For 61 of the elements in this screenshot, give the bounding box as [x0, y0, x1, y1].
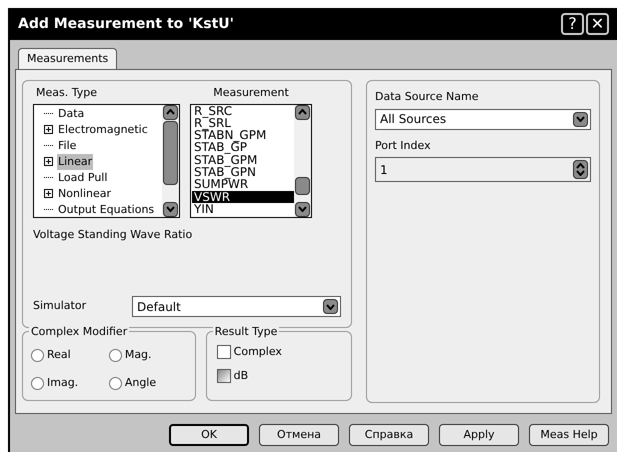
scroll-down-icon[interactable]	[163, 202, 178, 216]
radio-button[interactable]	[31, 348, 44, 362]
group-title: Complex Modifier	[29, 324, 130, 340]
checkbox-label: dB	[234, 368, 248, 384]
dialog-button[interactable]: Отмена	[259, 424, 339, 446]
list-item[interactable]: STABN_GPM	[192, 129, 294, 142]
expand-icon[interactable]	[44, 189, 53, 198]
radio-label: Real	[47, 346, 71, 363]
radio-button[interactable]	[108, 348, 122, 362]
expand-icon[interactable]	[44, 125, 53, 134]
dialog-button[interactable]: OK	[169, 424, 249, 446]
checkbox[interactable]	[216, 345, 231, 359]
scroll-thumb[interactable]	[295, 176, 310, 194]
list-item[interactable]: YIN	[192, 202, 294, 216]
dropdown-caret-icon[interactable]	[573, 112, 588, 126]
radio-button[interactable]	[108, 376, 122, 390]
list-item[interactable]: STAB_GP	[192, 141, 294, 154]
dialog-button[interactable]: Meas Help	[529, 424, 609, 446]
field-label: Port Index	[375, 138, 432, 154]
expand-icon[interactable]	[44, 157, 53, 166]
list-label: Measurement	[212, 85, 290, 101]
dialog-button[interactable]: Apply	[439, 424, 519, 446]
dropdown-caret-icon[interactable]	[323, 299, 338, 314]
list-item[interactable]: VSWR	[192, 190, 294, 203]
window-title: Add Measurement to 'KstU'	[18, 14, 235, 34]
field-label: Data Source Name	[375, 89, 480, 105]
tree-item[interactable]: Electromagnetic	[57, 122, 149, 138]
radio-label: Mag.	[124, 346, 152, 363]
checkbox-label: Complex	[234, 344, 282, 360]
scroll-up-icon[interactable]	[163, 104, 178, 120]
field-label: Simulator	[33, 298, 88, 314]
radio-label: Angle	[124, 374, 156, 391]
list-item[interactable]: STAB_GPM	[192, 154, 294, 166]
data-source-dropdown[interactable]: All Sources	[375, 108, 591, 130]
description-text: Voltage Standing Wave Ratio	[33, 226, 194, 242]
port-index-spinner[interactable]: 1	[375, 157, 591, 182]
list-item[interactable]: R_SRC	[192, 104, 294, 117]
dialog-button[interactable]: Справка	[349, 424, 429, 446]
tree-item[interactable]: Data	[57, 106, 86, 122]
scrollbar[interactable]	[162, 104, 179, 216]
scrollbar[interactable]	[294, 104, 311, 216]
list-label: Meas. Type	[36, 85, 98, 101]
group-title: Result Type	[212, 324, 280, 340]
help-button[interactable]: ?	[561, 13, 584, 35]
tree-item[interactable]: Output Equations	[57, 202, 156, 218]
radio-button[interactable]	[31, 376, 44, 390]
close-button[interactable]: ✕	[586, 13, 609, 35]
scroll-thumb[interactable]	[163, 120, 178, 184]
scroll-up-icon[interactable]	[295, 104, 310, 120]
list-item[interactable]: R_SRL	[192, 116, 294, 130]
list-item[interactable]: SUMPWR	[192, 178, 294, 191]
tab[interactable]: Measurements	[18, 48, 118, 69]
spinner-arrows-icon[interactable]	[573, 160, 588, 179]
tree-item[interactable]: Load Pull	[57, 170, 108, 186]
scroll-down-icon[interactable]	[295, 202, 310, 216]
tree-item[interactable]: Linear	[57, 154, 94, 170]
simulator-dropdown[interactable]: Default	[132, 296, 341, 317]
list-item[interactable]: STAB_GPN	[192, 166, 294, 178]
tree-item[interactable]: File	[57, 138, 78, 154]
radio-label: Imag.	[47, 374, 78, 391]
tree-item[interactable]: Nonlinear	[57, 186, 112, 202]
